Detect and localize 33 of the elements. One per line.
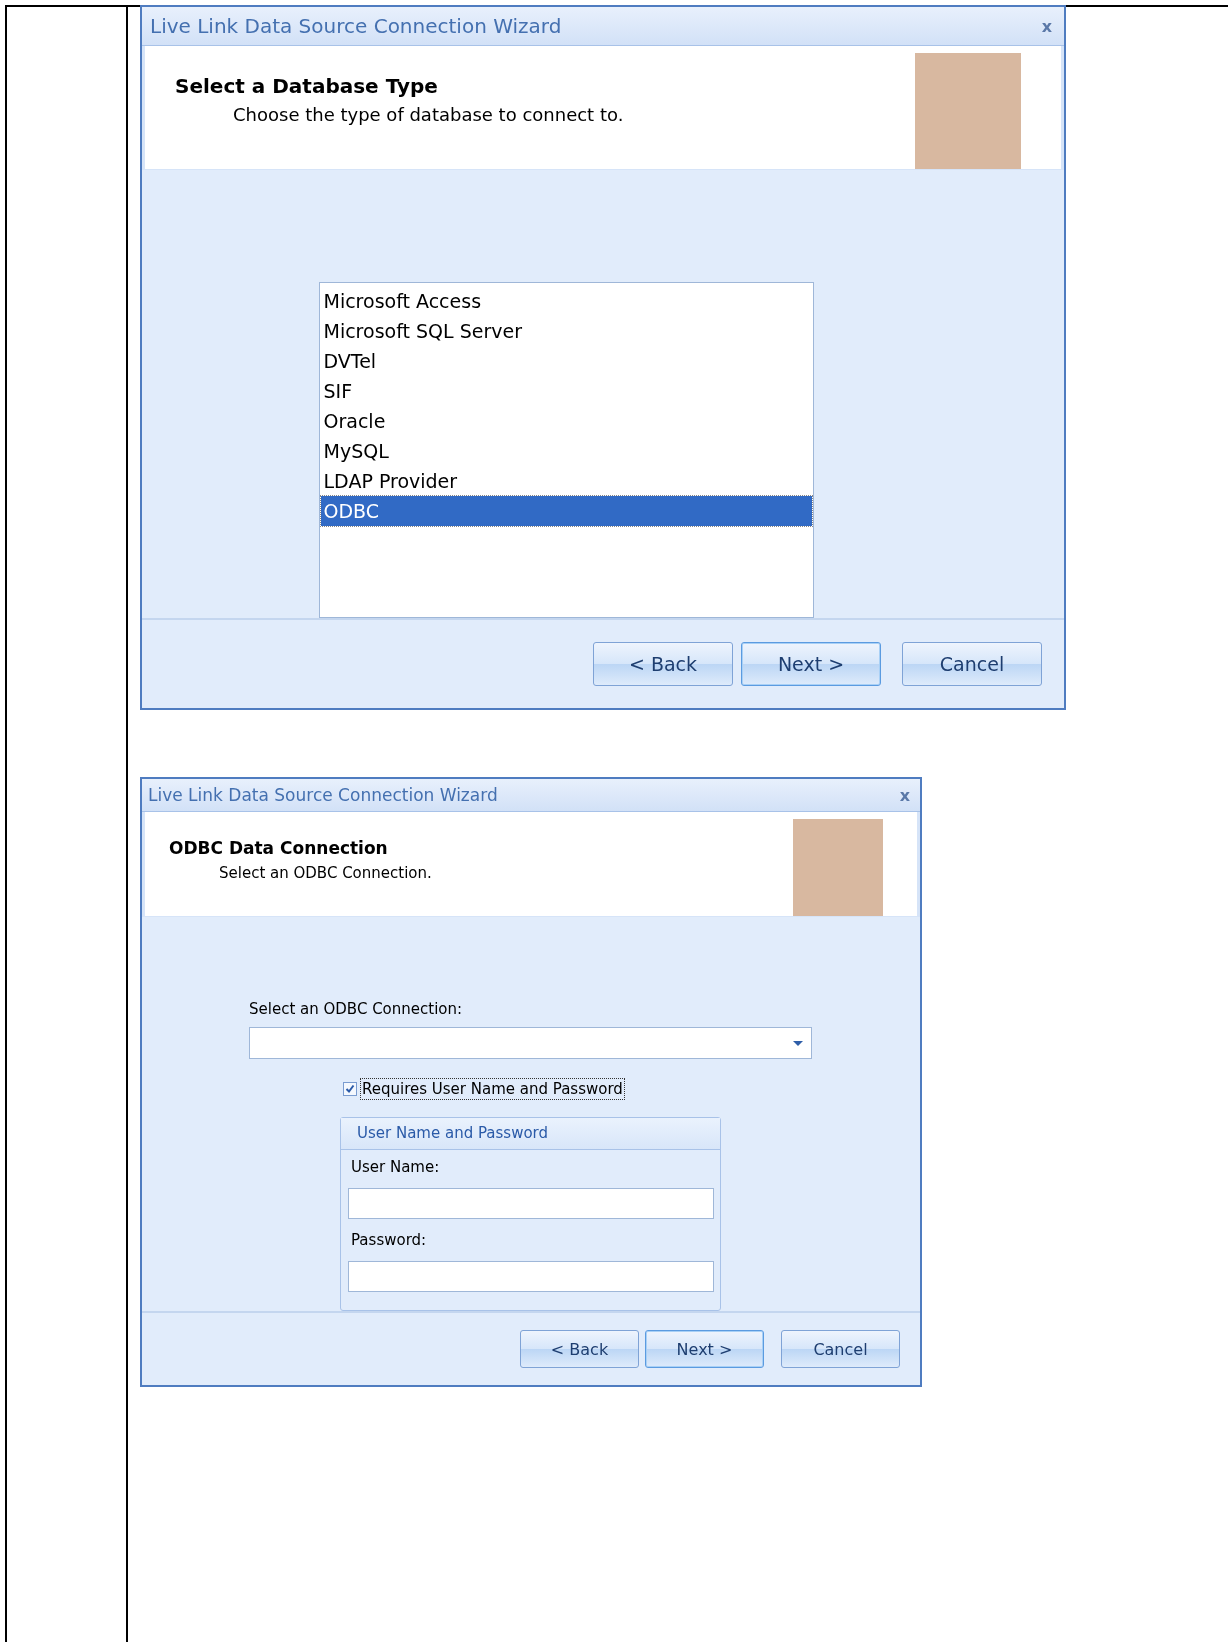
list-item[interactable]: SIF [320, 376, 812, 406]
window-title: Live Link Data Source Connection Wizard [150, 14, 562, 38]
wizard-button[interactable]: Next > [741, 642, 881, 686]
input-field[interactable] [348, 1188, 714, 1219]
field-label: Password: [351, 1231, 428, 1249]
dropdown-arrow-icon [793, 1040, 803, 1046]
page-description: Select an ODBC Connection. [219, 864, 432, 882]
list-item[interactable]: Microsoft SQL Server [320, 316, 812, 346]
list-item[interactable]: MySQL [320, 436, 812, 466]
list-item[interactable]: Oracle [320, 406, 812, 436]
field-label: User Name: [351, 1158, 441, 1176]
page-description: Choose the type of database to connect to. [233, 104, 624, 125]
list-item[interactable]: Microsoft Access [320, 286, 812, 316]
input-field[interactable] [348, 1261, 714, 1292]
wizard-button[interactable]: Cancel [902, 642, 1042, 686]
database-list[interactable]: Microsoft Access Microsoft SQL Server DVTel SIF Oracle MySQL LDAP Provider ODBC [318, 282, 814, 618]
page-heading: Select a Database Type [175, 74, 439, 98]
wizard-button[interactable]: < Back [593, 642, 733, 686]
field-label: Select an ODBC Connection: [249, 1000, 463, 1018]
close-button[interactable]: x [895, 785, 914, 805]
window-title: Live Link Data Source Connection Wizard [148, 785, 498, 805]
wizard-button[interactable]: Cancel [781, 1330, 900, 1368]
wizard-button[interactable]: < Back [520, 1330, 639, 1368]
page-heading: ODBC Data Connection [169, 838, 389, 858]
checkbox[interactable] [343, 1082, 357, 1096]
list-item[interactable]: ODBC [320, 496, 812, 526]
list-item[interactable]: LDAP Provider [320, 466, 812, 496]
wizard-button[interactable]: Next > [645, 1330, 764, 1368]
close-button[interactable]: x [1037, 16, 1056, 36]
list-item[interactable]: DVTel [320, 346, 812, 376]
checkbox-label[interactable]: Requires User Name and Password [360, 1078, 625, 1100]
connection-dropdown[interactable] [249, 1027, 812, 1059]
group-title: User Name and Password [341, 1118, 720, 1150]
